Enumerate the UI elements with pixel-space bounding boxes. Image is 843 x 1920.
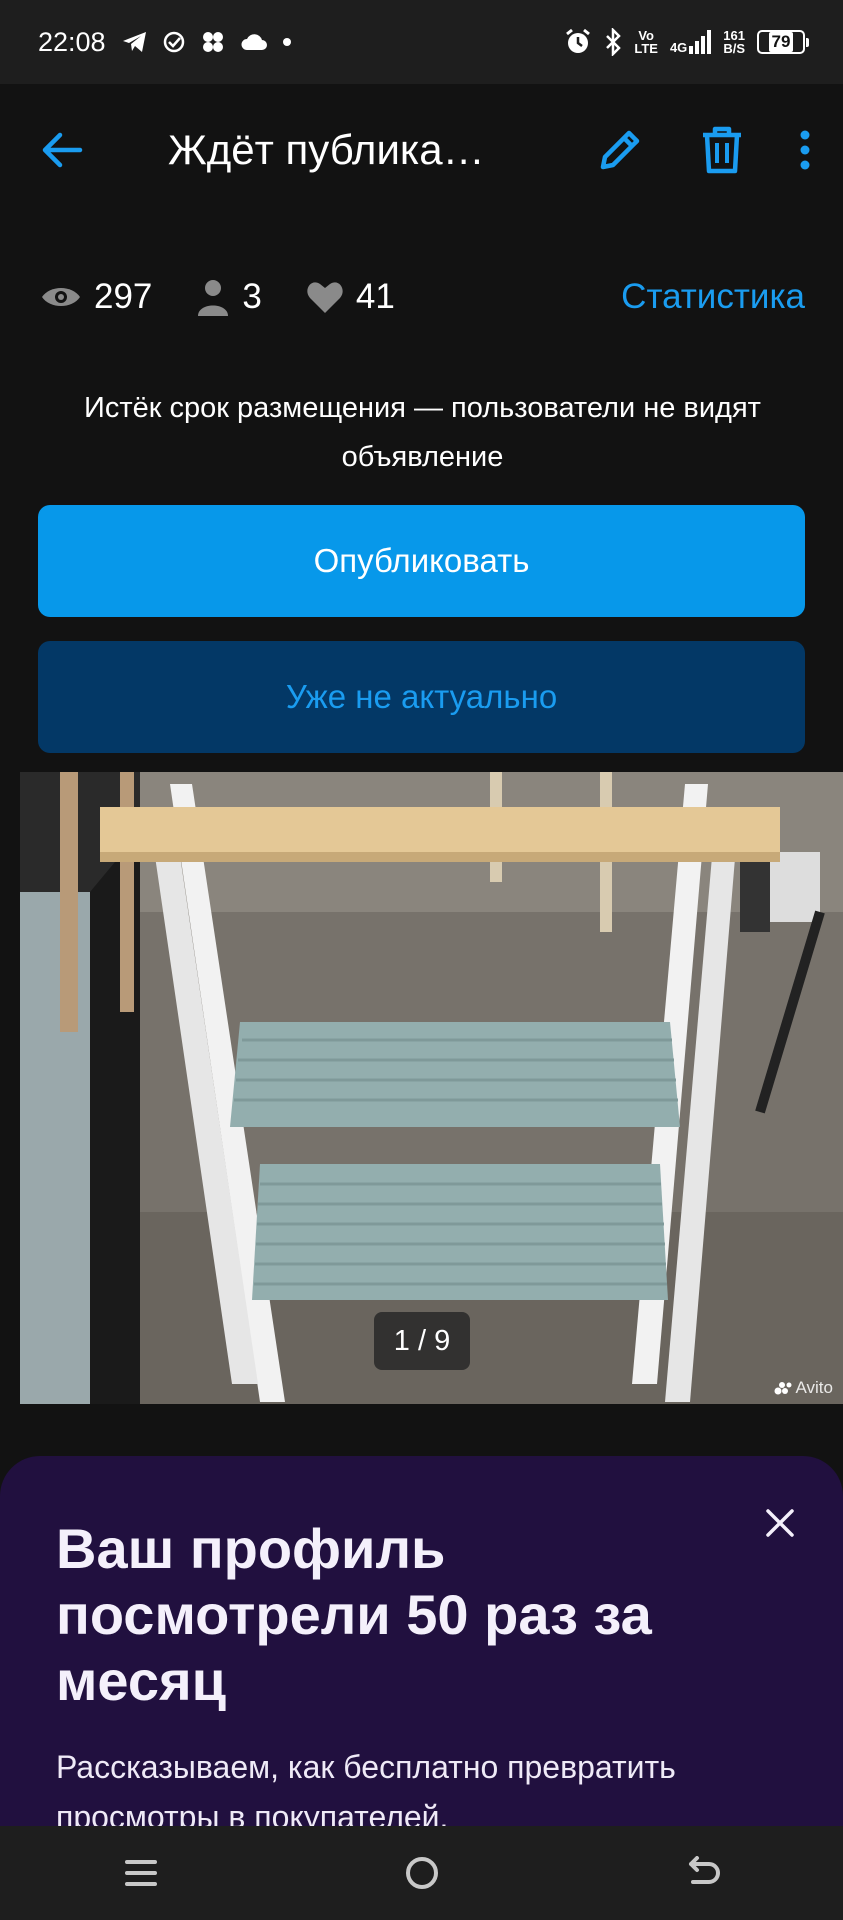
- views-stat: 297: [40, 277, 152, 317]
- profile-views-promo: Ваш профиль посмотрели 50 раз за месяц Р…: [0, 1456, 843, 1856]
- contacts-count: 3: [242, 277, 262, 316]
- back-return-icon: [688, 1856, 720, 1884]
- promo-headline: Ваш профиль посмотрели 50 раз за месяц: [56, 1517, 652, 1712]
- listing-photo[interactable]: 1 / 9 Avito: [20, 772, 843, 1404]
- status-time: 22:08: [38, 26, 106, 57]
- battery-icon: 79: [757, 30, 809, 54]
- more-vertical-icon: [800, 130, 810, 170]
- home-circle-icon: [405, 1857, 438, 1889]
- views-count: 297: [94, 277, 153, 316]
- publish-button[interactable]: Опубликовать: [38, 505, 805, 617]
- back-nav-button[interactable]: [643, 1833, 763, 1913]
- favorites-count: 41: [355, 277, 395, 316]
- page-title: Ждёт публикации: [168, 126, 508, 173]
- net-speed: 161 B/S: [723, 28, 745, 56]
- status-system-icons: Vo LTE 4G 161 B/S 79: [564, 28, 809, 56]
- status-bar: 22:08 Vo LTE 4G 161 B/S 79: [0, 0, 843, 84]
- check-circle-icon: [163, 31, 184, 53]
- contacts-stat: 3: [196, 277, 262, 317]
- trash-icon: [703, 126, 741, 174]
- app-bar-actions: [595, 125, 811, 175]
- back-arrow-icon: [42, 132, 83, 168]
- cloud-icon: [241, 34, 267, 50]
- statistics-link[interactable]: Статистика: [621, 277, 805, 317]
- photo-counter: 1 / 9: [374, 1312, 470, 1370]
- expired-notice: Истёк срок размещения — пользователи не …: [84, 392, 761, 473]
- back-button[interactable]: [40, 130, 84, 170]
- favorites-stat: 41: [306, 277, 395, 317]
- app-bar: Ждёт публикации: [0, 84, 843, 216]
- person-icon: [198, 280, 229, 316]
- network-type-label: 4G: [669, 40, 688, 55]
- edit-button[interactable]: [595, 125, 645, 175]
- status-notification-icons: [122, 30, 292, 54]
- telegram-icon: [122, 32, 146, 52]
- avito-watermark: Avito: [774, 1378, 834, 1398]
- shelf-photo-image: [20, 772, 843, 1404]
- signal-bars-icon: [689, 30, 712, 54]
- listing-stats: 297 3 41 Статистика: [40, 262, 805, 332]
- home-button[interactable]: [362, 1833, 482, 1913]
- signal-indicator: 4G: [669, 30, 712, 55]
- menu-lines-icon: [124, 1860, 157, 1886]
- not-relevant-button[interactable]: Уже не актуально: [38, 641, 805, 753]
- close-icon: [766, 1509, 794, 1537]
- delete-button[interactable]: [699, 125, 745, 175]
- dot-icon: [282, 38, 291, 46]
- avito-logo-icon: [774, 1382, 791, 1395]
- battery-level: 79: [768, 32, 794, 52]
- alarm-icon: [566, 28, 591, 53]
- eye-icon: [42, 288, 80, 306]
- recents-button[interactable]: [81, 1833, 201, 1913]
- heart-icon: [307, 282, 343, 313]
- bluetooth-icon: [606, 28, 622, 56]
- pencil-icon: [600, 130, 640, 170]
- volte-indicator: Vo LTE: [634, 28, 658, 56]
- more-button[interactable]: [799, 130, 811, 170]
- promo-close-button[interactable]: [765, 1508, 795, 1543]
- flower-app-icon: [202, 32, 223, 52]
- system-navigation-bar: [0, 1826, 843, 1920]
- watermark-text: Avito: [795, 1378, 834, 1397]
